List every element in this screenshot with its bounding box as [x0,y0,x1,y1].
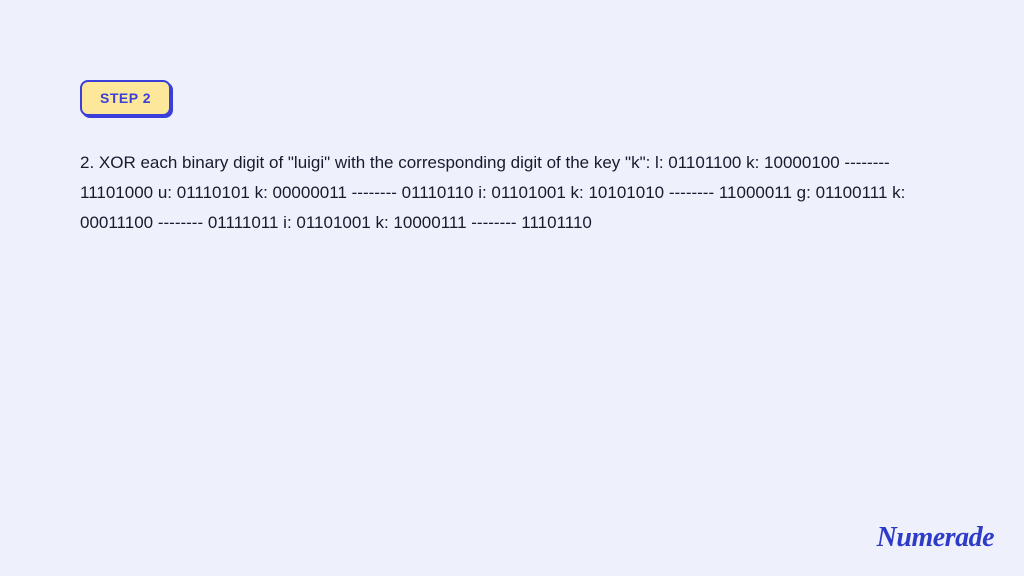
step-badge-label: STEP 2 [100,90,151,106]
step-body-text: 2. XOR each binary digit of "luigi" with… [80,148,944,237]
step-badge: STEP 2 [80,80,171,116]
content-area: STEP 2 2. XOR each binary digit of "luig… [0,0,1024,237]
brand-logo: Numerade [877,522,994,554]
